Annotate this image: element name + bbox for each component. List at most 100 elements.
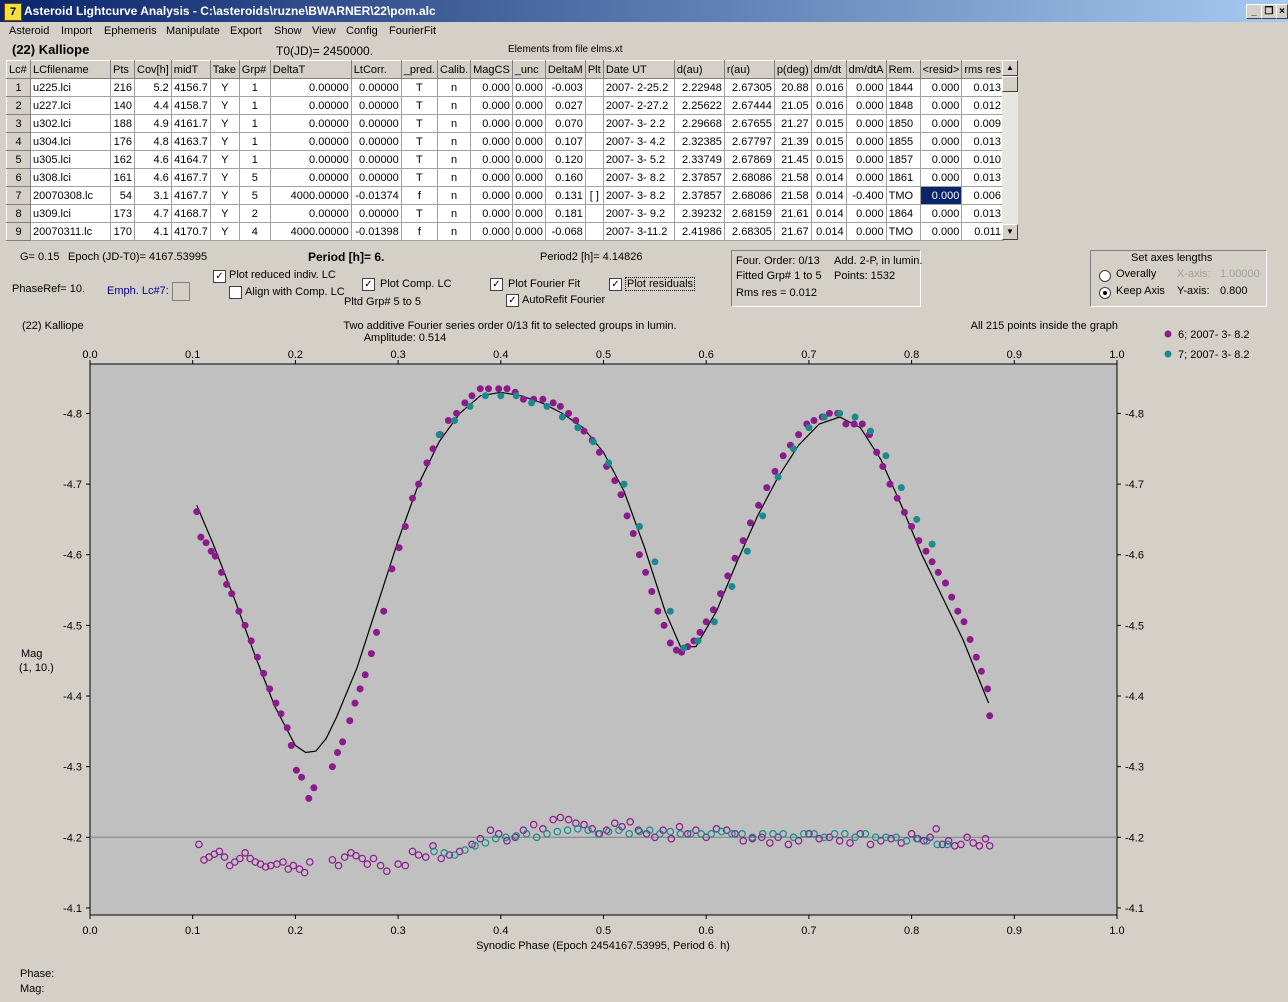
table-cell[interactable]: n — [436, 78, 472, 97]
table-cell[interactable]: f — [400, 186, 439, 205]
table-cell[interactable]: 1 — [238, 150, 271, 169]
column-header[interactable]: dm/dtA — [845, 60, 887, 79]
table-cell[interactable]: n — [436, 222, 472, 241]
row-header[interactable]: 7 — [6, 186, 31, 205]
table-cell[interactable]: 0.000 — [845, 96, 887, 115]
table-cell[interactable]: 4.1 — [134, 222, 172, 241]
table-cell[interactable]: 188 — [110, 114, 135, 133]
table-cell[interactable] — [584, 78, 604, 97]
table-cell[interactable]: 0.000 — [511, 150, 546, 169]
table-cell[interactable]: 0.016 — [810, 78, 847, 97]
table-cell[interactable]: 0.013 — [961, 204, 1004, 223]
plot-reduced-checkbox[interactable]: ✓ — [213, 270, 226, 283]
keep-axis-radio[interactable] — [1099, 287, 1111, 299]
row-header[interactable]: 6 — [6, 168, 31, 187]
column-header[interactable]: <resid> — [919, 60, 963, 79]
table-cell[interactable]: 2.37857 — [673, 186, 725, 205]
table-cell[interactable]: 4167.7 — [170, 168, 211, 187]
emph-spinner[interactable] — [172, 282, 190, 301]
table-cell[interactable]: 0.00000 — [350, 204, 402, 223]
column-header[interactable]: dm/dt — [810, 60, 847, 79]
table-cell[interactable]: 0.000 — [470, 78, 513, 97]
table-cell[interactable]: T — [400, 150, 439, 169]
table-cell[interactable]: 2.32385 — [673, 132, 725, 151]
table-cell[interactable]: 0.013 — [961, 168, 1004, 187]
table-cell[interactable]: 0.00000 — [269, 96, 352, 115]
table-cell[interactable]: 2.25622 — [673, 96, 725, 115]
table-cell[interactable]: 0.006 — [961, 186, 1004, 205]
table-cell[interactable]: 0.000 — [845, 132, 887, 151]
table-cell[interactable]: -0.01398 — [350, 222, 402, 241]
menu-view[interactable]: View — [312, 25, 336, 37]
menu-show[interactable]: Show — [274, 25, 302, 37]
table-cell[interactable]: 1848 — [885, 96, 921, 115]
table-cell[interactable]: 0.014 — [810, 186, 847, 205]
table-cell[interactable]: 5 — [238, 186, 271, 205]
table-row[interactable]: 4 u304.lci 176 4.8 4163.7 Y 1 0.00000 0.00000 Tn 0… — [6, 132, 1004, 151]
table-cell[interactable]: T — [400, 204, 439, 223]
table-cell[interactable]: 2007- 2-25.2 — [602, 78, 675, 97]
table-cell[interactable]: 173 — [110, 204, 135, 223]
menu-config[interactable]: Config — [346, 25, 378, 37]
table-cell[interactable]: 4 — [238, 222, 271, 241]
minimize-button[interactable]: _ — [1246, 4, 1262, 19]
table-cell[interactable]: 0.00000 — [350, 78, 402, 97]
table-cell[interactable]: Y — [209, 114, 240, 133]
table-cell[interactable]: Y — [209, 132, 240, 151]
table-cell[interactable]: 0.00000 — [350, 168, 402, 187]
table-cell[interactable]: n — [436, 168, 472, 187]
column-header[interactable]: d(au) — [673, 60, 725, 79]
table-cell[interactable]: 0.000 — [919, 132, 963, 151]
table-cell[interactable]: u302.lci — [30, 114, 111, 133]
table-cell[interactable]: 2.67869 — [723, 150, 775, 169]
table-cell[interactable]: 21.05 — [773, 96, 812, 115]
table-cell[interactable]: 0.015 — [810, 114, 847, 133]
table-cell[interactable]: 2.29668 — [673, 114, 725, 133]
table-cell[interactable]: 0.000 — [511, 204, 546, 223]
table-cell[interactable]: 2 — [238, 204, 271, 223]
table-cell[interactable]: 1 — [238, 114, 271, 133]
table-cell[interactable]: 0.107 — [544, 132, 586, 151]
table-cell[interactable]: 4.7 — [134, 204, 172, 223]
table-cell[interactable]: 4000.00000 — [269, 222, 352, 241]
table-cell[interactable]: 2.41986 — [673, 222, 725, 241]
column-header[interactable]: LtCorr. — [350, 60, 402, 79]
table-cell[interactable]: 176 — [110, 132, 135, 151]
table-cell[interactable]: 1864 — [885, 204, 921, 223]
table-cell[interactable]: 4161.7 — [170, 114, 211, 133]
column-header[interactable]: rms res — [961, 60, 1004, 79]
plot-comp-checkbox[interactable]: ✓ — [362, 278, 375, 291]
table-cell[interactable]: 20070308.lc — [30, 186, 111, 205]
table-cell[interactable]: 2.67305 — [723, 78, 775, 97]
scroll-down-button[interactable]: ▼ — [1002, 224, 1018, 240]
table-cell[interactable]: 161 — [110, 168, 135, 187]
menu-export[interactable]: Export — [230, 25, 262, 37]
table-cell[interactable]: 0.000 — [919, 96, 963, 115]
plot-fourier-checkbox[interactable]: ✓ — [490, 278, 503, 291]
table-row[interactable]: 1 u225.lci 216 5.2 4156.7 Y 1 0.00000 0.00000 Tn 0… — [6, 78, 1004, 97]
row-header[interactable]: 5 — [6, 150, 31, 169]
table-cell[interactable]: 4164.7 — [170, 150, 211, 169]
table-cell[interactable]: 0.00000 — [269, 78, 352, 97]
table-cell[interactable]: 170 — [110, 222, 135, 241]
table-cell[interactable]: 2007- 3- 8.2 — [602, 186, 675, 205]
column-header[interactable]: _pred. — [400, 60, 439, 79]
table-cell[interactable]: 0.00000 — [350, 96, 402, 115]
table-cell[interactable]: 2.67797 — [723, 132, 775, 151]
table-cell[interactable]: 0.013 — [961, 78, 1004, 97]
xaxis-value[interactable]: 1.00000 — [1220, 268, 1260, 280]
table-cell[interactable]: 4.8 — [134, 132, 172, 151]
table-cell[interactable]: Y — [209, 186, 240, 205]
menu-manipulate[interactable]: Manipulate — [166, 25, 220, 37]
table-cell[interactable]: 0.014 — [810, 204, 847, 223]
table-cell[interactable]: 162 — [110, 150, 135, 169]
table-cell[interactable]: 0.009 — [961, 114, 1004, 133]
table-cell[interactable]: 0.000 — [845, 168, 887, 187]
row-header[interactable]: 3 — [6, 114, 31, 133]
table-cell[interactable]: Y — [209, 222, 240, 241]
table-cell[interactable]: 0.000 — [919, 186, 963, 205]
table-cell[interactable]: 4.9 — [134, 114, 172, 133]
column-header[interactable]: Lc# — [6, 60, 31, 79]
table-cell[interactable]: 4167.7 — [170, 186, 211, 205]
row-header[interactable]: 4 — [6, 132, 31, 151]
